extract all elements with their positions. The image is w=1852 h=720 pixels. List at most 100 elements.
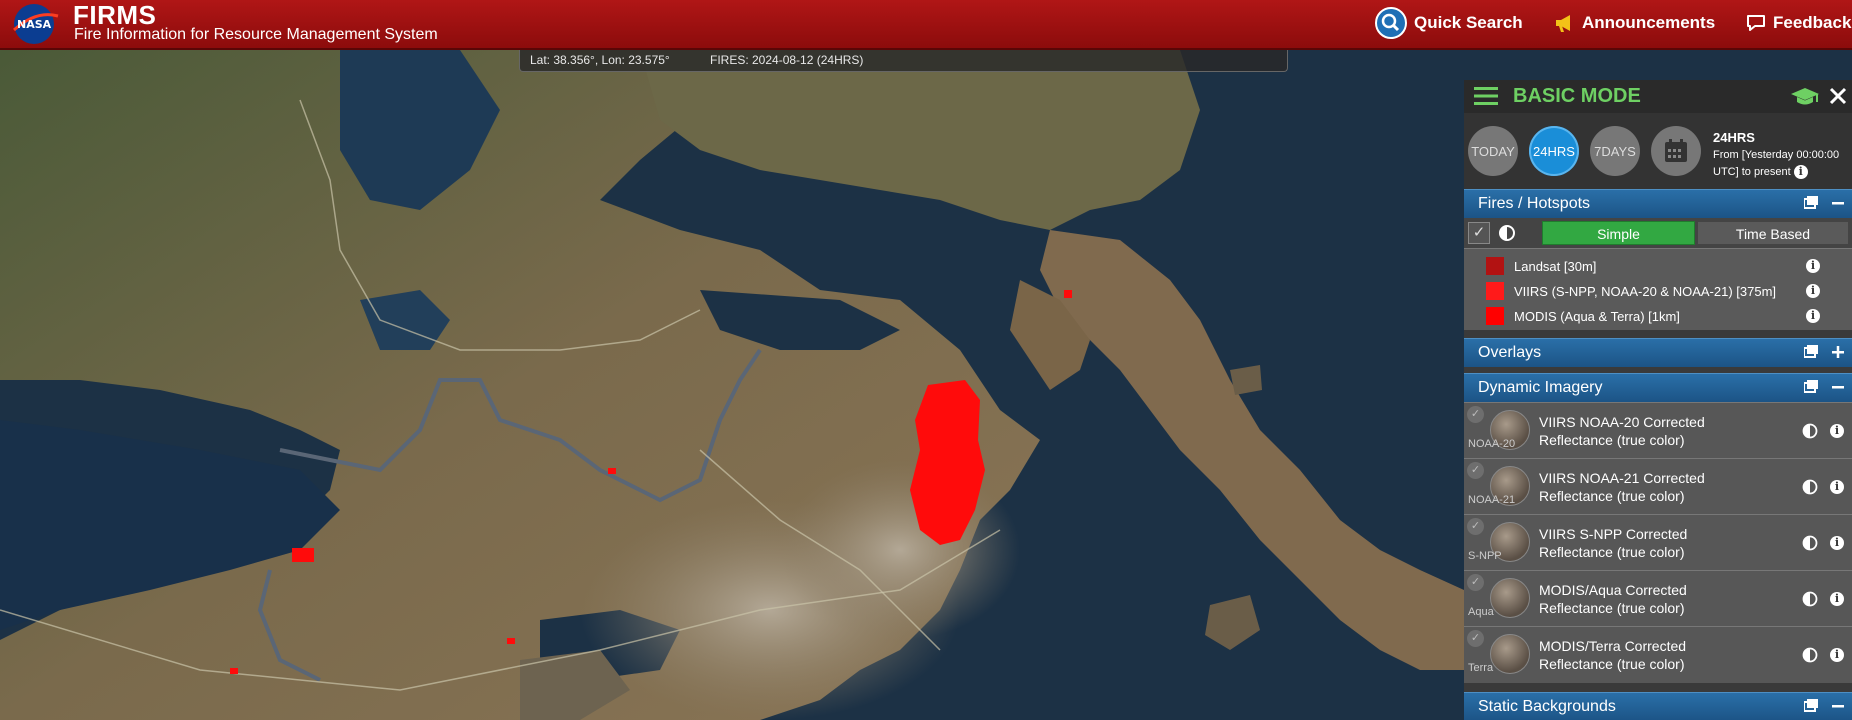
fire-display-mode-bar: ✓ Simple Time Based xyxy=(1464,218,1852,248)
nasa-logo[interactable]: NASA xyxy=(12,2,60,46)
section-overlays-label: Overlays xyxy=(1478,344,1542,361)
opacity-icon[interactable] xyxy=(1802,535,1818,551)
close-icon[interactable] xyxy=(1829,87,1847,105)
expand-plus-icon[interactable] xyxy=(1832,345,1844,358)
imagery-layer-row[interactable]: ✓ Terra MODIS/Terra Corrected Reflectanc… xyxy=(1464,626,1852,683)
time-based-mode-button[interactable]: Time Based xyxy=(1697,221,1849,245)
time-range-title: 24HRS xyxy=(1713,130,1755,145)
section-static-backgrounds[interactable]: Static Backgrounds xyxy=(1464,692,1852,720)
imagery-layer-row[interactable]: ✓ NOAA-21 VIIRS NOAA-21 Corrected Reflec… xyxy=(1464,458,1852,515)
calendar-button[interactable] xyxy=(1651,126,1701,176)
section-dynamic-imagery[interactable]: Dynamic Imagery xyxy=(1464,373,1852,402)
info-icon[interactable]: i xyxy=(1806,259,1820,273)
opacity-icon[interactable] xyxy=(1802,423,1818,439)
time-today-button[interactable]: TODAY xyxy=(1468,126,1518,176)
time-range-description: From [Yesterday 00:00:00 UTC] to present… xyxy=(1713,147,1848,181)
announcements-label: Announcements xyxy=(1582,13,1716,32)
section-static-label: Static Backgrounds xyxy=(1478,698,1616,715)
imagery-layer-row[interactable]: ✓ S-NPP VIIRS S-NPP Corrected Reflectanc… xyxy=(1464,514,1852,571)
info-icon[interactable]: i xyxy=(1830,424,1844,438)
panel-header: BASIC MODE xyxy=(1464,80,1852,114)
info-icon[interactable]: i xyxy=(1830,536,1844,550)
layer-thumbnail xyxy=(1490,634,1530,674)
copy-window-icon[interactable] xyxy=(1804,345,1818,358)
section-fires-hotspots[interactable]: Fires / Hotspots xyxy=(1464,189,1852,218)
legend-label: VIIRS (S-NPP, NOAA-20 & NOAA-21) [375m] xyxy=(1514,283,1777,299)
opacity-icon[interactable] xyxy=(1802,591,1818,607)
satellite-label: NOAA-20 xyxy=(1468,438,1516,450)
info-icon[interactable]: i xyxy=(1830,648,1844,662)
time-7days-button[interactable]: 7DAYS xyxy=(1590,126,1640,176)
svg-text:NASA: NASA xyxy=(17,18,52,31)
section-dynamic-label: Dynamic Imagery xyxy=(1478,379,1603,396)
layer-checkbox[interactable]: ✓ xyxy=(1467,518,1484,535)
satellite-label: S-NPP xyxy=(1468,550,1502,562)
copy-window-icon[interactable] xyxy=(1804,196,1818,209)
feedback-button[interactable]: Feedback xyxy=(1745,8,1851,38)
imagery-layer-row[interactable]: ✓ Aqua MODIS/Aqua Corrected Reflectance … xyxy=(1464,570,1852,627)
calendar-icon xyxy=(1665,139,1687,162)
announcements-button[interactable]: Announcements xyxy=(1554,8,1715,38)
layer-checkbox[interactable]: ✓ xyxy=(1467,406,1484,423)
info-icon[interactable]: i xyxy=(1830,480,1844,494)
quick-search-button[interactable]: Quick Search xyxy=(1374,7,1523,39)
legend-item: MODIS (Aqua & Terra) [1km] i xyxy=(1486,305,1836,327)
legend-swatch xyxy=(1486,282,1504,300)
wildfire-hotspot[interactable] xyxy=(292,548,314,562)
layer-name: VIIRS NOAA-20 Corrected Reflectance (tru… xyxy=(1539,414,1705,448)
search-icon xyxy=(1375,7,1407,39)
wildfire-hotspot[interactable] xyxy=(507,638,515,644)
satellite-label: NOAA-21 xyxy=(1468,494,1516,506)
legend-item: VIIRS (S-NPP, NOAA-20 & NOAA-21) [375m] … xyxy=(1486,280,1836,302)
app-subtitle: Fire Information for Resource Management… xyxy=(74,26,438,43)
fires-visibility-checkbox[interactable]: ✓ xyxy=(1468,222,1490,244)
layer-name: VIIRS S-NPP Corrected Reflectance (true … xyxy=(1539,526,1688,560)
layer-checkbox[interactable]: ✓ xyxy=(1467,574,1484,591)
quick-search-label: Quick Search xyxy=(1414,13,1523,32)
contrast-icon[interactable] xyxy=(1498,224,1516,242)
fires-date: FIRES: 2024-08-12 (24HRS) xyxy=(710,53,864,67)
layer-thumbnail xyxy=(1490,578,1530,618)
info-icon[interactable]: i xyxy=(1806,284,1820,298)
layer-checkbox[interactable]: ✓ xyxy=(1467,630,1484,647)
collapse-minus-icon[interactable] xyxy=(1832,197,1844,209)
opacity-icon[interactable] xyxy=(1802,479,1818,495)
time-range-selector: TODAY 24HRS 7DAYS 24HRS From [Yesterday … xyxy=(1464,113,1852,189)
imagery-layer-row[interactable]: ✓ NOAA-20 VIIRS NOAA-20 Corrected Reflec… xyxy=(1464,402,1852,459)
cursor-coordinates: Lat: 38.356°, Lon: 23.575° xyxy=(530,53,670,67)
wildfire-hotspot[interactable] xyxy=(1064,290,1072,298)
legend-swatch xyxy=(1486,257,1504,275)
graduation-cap-icon[interactable] xyxy=(1790,86,1820,108)
wildfire-hotspot[interactable] xyxy=(608,468,616,474)
copy-window-icon[interactable] xyxy=(1804,699,1818,712)
opacity-icon[interactable] xyxy=(1802,647,1818,663)
cursor-status-bar: Lat: 38.356°, Lon: 23.575° FIRES: 2024-0… xyxy=(519,50,1288,72)
app-header: NASA FIRMS Fire Information for Resource… xyxy=(0,0,1852,50)
fire-legend: Landsat [30m] i VIIRS (S-NPP, NOAA-20 & … xyxy=(1464,248,1852,330)
simple-mode-button[interactable]: Simple xyxy=(1542,221,1695,245)
chat-bubble-icon xyxy=(1747,15,1765,31)
wildfire-hotspot[interactable] xyxy=(230,668,238,674)
layer-name: MODIS/Terra Corrected Reflectance (true … xyxy=(1539,638,1687,672)
satellite-label: Aqua xyxy=(1468,606,1494,618)
layer-checkbox[interactable]: ✓ xyxy=(1467,462,1484,479)
hamburger-menu-icon[interactable] xyxy=(1474,86,1498,106)
legend-label: Landsat [30m] xyxy=(1514,258,1597,274)
legend-item: Landsat [30m] i xyxy=(1486,255,1836,277)
satellite-label: Terra xyxy=(1468,662,1494,674)
layer-name: MODIS/Aqua Corrected Reflectance (true c… xyxy=(1539,582,1687,616)
collapse-minus-icon[interactable] xyxy=(1832,381,1844,393)
section-overlays[interactable]: Overlays xyxy=(1464,338,1852,367)
time-range-desc-text: From [Yesterday 00:00:00 UTC] to present xyxy=(1713,149,1840,178)
info-icon[interactable]: i xyxy=(1830,592,1844,606)
time-24hrs-button[interactable]: 24HRS xyxy=(1529,126,1579,176)
legend-label: MODIS (Aqua & Terra) [1km] xyxy=(1514,308,1680,324)
layer-name: VIIRS NOAA-21 Corrected Reflectance (tru… xyxy=(1539,470,1705,504)
copy-window-icon[interactable] xyxy=(1804,380,1818,393)
collapse-minus-icon[interactable] xyxy=(1832,700,1844,712)
info-icon[interactable]: i xyxy=(1793,165,1808,179)
legend-swatch xyxy=(1486,307,1504,325)
layer-panel: BASIC MODE TODAY 24HRS 7DAYS 24HRS From … xyxy=(1464,80,1852,720)
feedback-label: Feedback xyxy=(1773,13,1852,32)
info-icon[interactable]: i xyxy=(1806,309,1820,323)
